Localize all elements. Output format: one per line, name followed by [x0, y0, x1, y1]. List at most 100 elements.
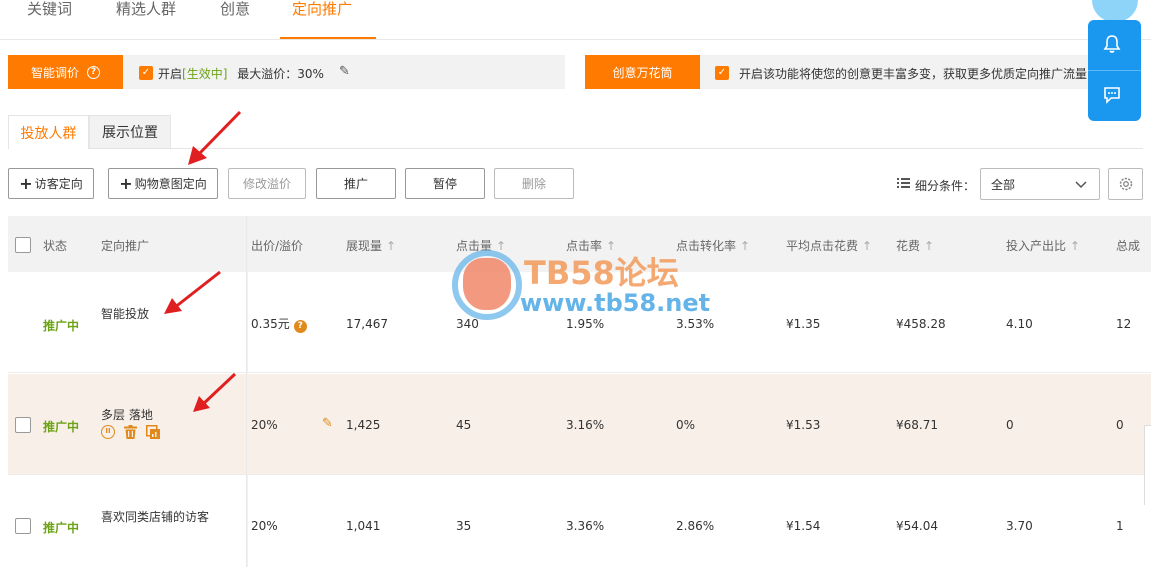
- smart-bid-toggle-label: 开启: [158, 67, 183, 81]
- th-cpc[interactable]: 平均点击花费 ↑: [786, 237, 872, 254]
- tab-selected-crowd[interactable]: 精选人群: [116, 0, 176, 18]
- annotation-arrow: [188, 110, 242, 165]
- filter-select[interactable]: 全部: [980, 168, 1100, 200]
- row-roi: 4.10: [1006, 317, 1033, 331]
- row-cost: ¥68.71: [896, 418, 938, 432]
- row-status: 推广中: [43, 521, 80, 535]
- sort-arrow-icon: ↑: [386, 239, 397, 253]
- subtab-placement[interactable]: 展示位置: [89, 115, 171, 149]
- row-cvr: 2.86%: [676, 519, 715, 533]
- row-status: 推广中: [43, 420, 80, 434]
- smart-bid-text: 开启[生效中] 最大溢价：30%: [158, 65, 324, 82]
- sort-arrow-icon: ↑: [740, 239, 751, 253]
- filter-label: 细分条件：: [915, 179, 976, 193]
- th-total: 总成: [1116, 239, 1141, 253]
- top-divider: [0, 39, 1151, 40]
- th-cvr[interactable]: 点击转化率 ↑: [676, 237, 750, 254]
- row-checkbox[interactable]: [15, 417, 31, 433]
- subtab-audience[interactable]: 投放人群: [8, 115, 89, 149]
- add-visitor-targeting-button[interactable]: + 访客定向: [8, 168, 94, 199]
- row-bid[interactable]: 0.35元?: [251, 315, 307, 333]
- add-visitor-label: 访客定向: [34, 177, 83, 191]
- row-ctr: 1.95%: [566, 317, 605, 331]
- row-target-name[interactable]: 喜欢同类店铺的访客: [101, 508, 209, 525]
- row-cost: ¥54.04: [896, 519, 938, 533]
- row-total: 0: [1116, 418, 1124, 432]
- row-cost: ¥458.28: [896, 317, 946, 331]
- scroll-handle[interactable]: [1144, 425, 1151, 505]
- creative-kaleidoscope-button[interactable]: 创意万花筒: [585, 55, 700, 89]
- th-cost[interactable]: 花费 ↑: [896, 237, 934, 254]
- promote-button[interactable]: 推广: [316, 168, 396, 199]
- mascot-image: [1092, 0, 1138, 22]
- watermark-url: www.tb58.net: [520, 289, 711, 317]
- row-ctr: 3.16%: [566, 418, 605, 432]
- select-all-checkbox[interactable]: [15, 237, 31, 253]
- edit-pencil-icon[interactable]: ✎: [322, 416, 333, 431]
- row-ctr: 3.36%: [566, 519, 605, 533]
- row-total: 12: [1116, 317, 1132, 331]
- sort-arrow-icon: ↑: [1070, 239, 1081, 253]
- watermark-hand-logo: [463, 258, 511, 310]
- settings-button[interactable]: [1108, 168, 1143, 200]
- row-clicks: 45: [456, 418, 472, 432]
- smart-bid-checkbox[interactable]: ✓: [139, 66, 153, 80]
- trash-icon[interactable]: [124, 425, 137, 442]
- edit-premium-button[interactable]: 修改溢价: [228, 168, 306, 199]
- row-target-name[interactable]: 智能投放: [101, 305, 149, 322]
- row-cvr: 0%: [676, 418, 696, 432]
- fixed-column-divider: [246, 216, 248, 567]
- row-cpc: ¥1.53: [786, 418, 821, 432]
- th-roi-label: 投入产出比: [1006, 239, 1067, 253]
- subtab-divider: [8, 148, 1143, 149]
- row-clicks: 35: [456, 519, 472, 533]
- row-roi: 3.70: [1006, 519, 1033, 533]
- row-bid-value: 0.35元: [251, 317, 290, 331]
- smart-bid-status: [生效中]: [182, 67, 228, 81]
- pause-icon[interactable]: II: [101, 425, 115, 439]
- tab-keywords[interactable]: 关键词: [27, 0, 72, 18]
- sort-arrow-icon: ↑: [924, 239, 935, 253]
- th-cost-label: 花费: [896, 239, 921, 253]
- creative-description: 开启该功能将使您的创意更丰富多变，获取更多优质定向推广流量: [739, 67, 1088, 81]
- row-cpc: ¥1.54: [786, 519, 821, 533]
- th-cpc-label: 平均点击花费: [786, 239, 859, 253]
- row-checkbox[interactable]: [15, 518, 31, 534]
- tab-creative[interactable]: 创意: [220, 0, 250, 18]
- watermark-title: TB58论坛: [524, 254, 679, 292]
- max-premium: 最大溢价：30%: [237, 67, 324, 81]
- edit-pencil-icon[interactable]: ✎: [339, 64, 350, 79]
- th-impressions[interactable]: 展现量 ↑: [346, 237, 396, 254]
- pause-button[interactable]: 暂停: [405, 168, 485, 199]
- row-clicks: 340: [456, 317, 479, 331]
- question-icon[interactable]: ?: [293, 320, 307, 333]
- help-icon[interactable]: ?: [87, 65, 100, 79]
- list-icon: [897, 177, 910, 192]
- th-status: 状态: [43, 239, 68, 253]
- annotation-arrow: [193, 372, 237, 412]
- add-shopping-label: 购物意图定向: [134, 177, 207, 191]
- report-icon[interactable]: [146, 425, 160, 442]
- tab-targeted-promotion[interactable]: 定向推广: [292, 0, 352, 18]
- th-roi[interactable]: 投入产出比 ↑: [1006, 237, 1080, 254]
- th-target: 定向推广: [101, 239, 150, 253]
- row-cvr: 3.53%: [676, 317, 715, 331]
- row-total: 1: [1116, 519, 1124, 533]
- bell-icon[interactable]: [1103, 34, 1121, 57]
- row-impressions: 17,467: [346, 317, 388, 331]
- message-icon[interactable]: [1103, 86, 1121, 107]
- smart-bid-button[interactable]: 智能调价 ?: [8, 55, 123, 89]
- th-impressions-label: 展现量: [346, 239, 383, 253]
- filter-select-value: 全部: [991, 177, 1016, 192]
- sort-arrow-icon: ↑: [862, 239, 873, 253]
- row-bid[interactable]: 20%: [251, 519, 278, 533]
- row-bid[interactable]: 20%: [251, 418, 278, 432]
- creative-checkbox[interactable]: ✓: [715, 66, 729, 80]
- add-shopping-intent-button[interactable]: + 购物意图定向: [108, 168, 218, 199]
- page-root: 关键词 精选人群 创意 定向推广 智能调价 ? ✓ 开启[生效中] 最大溢价：3…: [0, 0, 1151, 567]
- smart-bid-label: 智能调价: [30, 65, 79, 80]
- row-cpc: ¥1.35: [786, 317, 821, 331]
- row-target-name[interactable]: 多层 落地: [101, 406, 153, 423]
- delete-button[interactable]: 删除: [494, 168, 574, 199]
- plus-icon: +: [119, 174, 133, 193]
